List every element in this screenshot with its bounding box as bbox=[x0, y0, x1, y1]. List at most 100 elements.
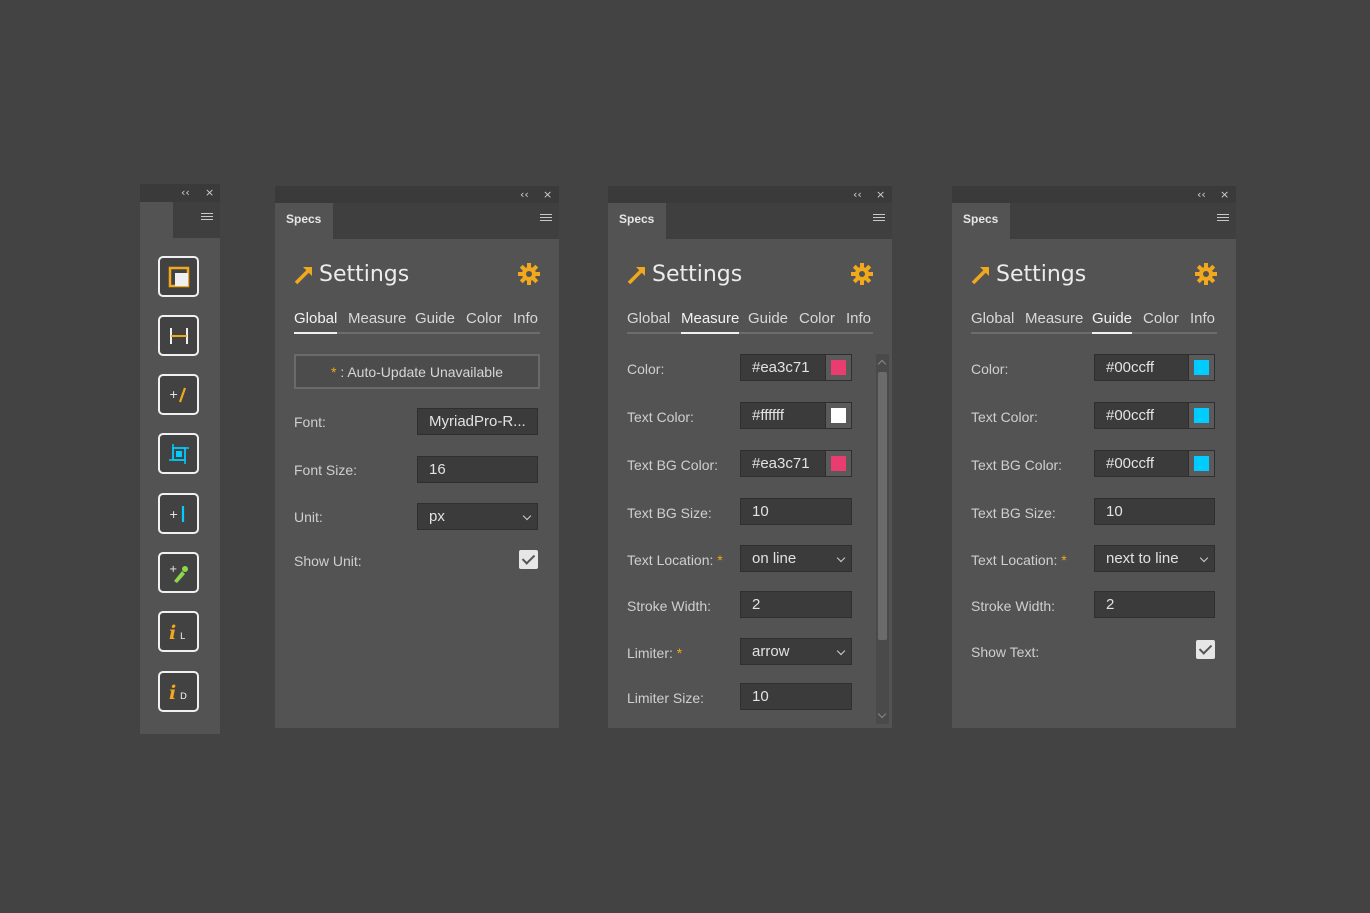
add-guide-icon: + bbox=[169, 387, 186, 402]
color-picker-tool-button[interactable]: + bbox=[158, 552, 199, 593]
color-label: Color: bbox=[971, 361, 1009, 377]
tab-color[interactable]: Color bbox=[466, 310, 502, 331]
specs-panel-tab[interactable]: Specs bbox=[608, 203, 666, 239]
artboard-tool-button[interactable] bbox=[158, 256, 199, 297]
asterisk-icon: * bbox=[330, 364, 337, 380]
add-vertical-guide-icon: + bbox=[169, 505, 184, 522]
limiter-select[interactable]: arrow bbox=[740, 638, 852, 665]
collapse-icon[interactable]: ‹‹ bbox=[1197, 188, 1206, 201]
svg-text:i: i bbox=[169, 682, 176, 704]
settings-tabs: Global Measure Guide Color Info bbox=[627, 310, 873, 334]
toolbar-tab bbox=[140, 202, 173, 238]
tab-global[interactable]: Global bbox=[971, 310, 1014, 331]
text-color-swatch[interactable] bbox=[1188, 403, 1214, 428]
tab-measure[interactable]: Measure bbox=[348, 310, 406, 331]
color-field[interactable]: #ea3c71 bbox=[740, 354, 852, 381]
menu-icon[interactable] bbox=[1217, 214, 1229, 223]
menu-icon[interactable] bbox=[873, 214, 885, 223]
settings-header: Settings bbox=[294, 262, 540, 292]
stroke-width-label: Stroke Width: bbox=[627, 598, 712, 614]
font-size-field[interactable]: 16 bbox=[417, 456, 538, 483]
measure-width-tool-button[interactable] bbox=[158, 315, 199, 356]
show-text-checkbox[interactable] bbox=[1196, 640, 1215, 659]
text-location-select[interactable]: next to line bbox=[1094, 545, 1215, 572]
color-swatch[interactable] bbox=[1188, 355, 1214, 380]
tab-info[interactable]: Info bbox=[513, 310, 538, 331]
text-bg-size-field[interactable]: 10 bbox=[1094, 498, 1215, 525]
limiter-value: arrow bbox=[752, 643, 790, 660]
text-bg-color-field[interactable]: #ea3c71 bbox=[740, 450, 852, 477]
tab-measure[interactable]: Measure bbox=[1025, 310, 1083, 331]
info-dark-icon: i D bbox=[169, 682, 187, 704]
info-light-tool-button[interactable]: i L bbox=[158, 611, 199, 652]
svg-text:+: + bbox=[169, 388, 178, 401]
tab-global[interactable]: Global bbox=[627, 310, 670, 331]
text-color-field[interactable]: #ffffff bbox=[740, 402, 852, 429]
tab-guide[interactable]: Guide bbox=[415, 310, 455, 331]
tab-measure[interactable]: Measure bbox=[681, 310, 740, 334]
page-title: Settings bbox=[319, 262, 410, 287]
tab-global[interactable]: Global bbox=[294, 310, 338, 334]
gear-icon[interactable] bbox=[518, 263, 540, 285]
size-bounds-tool-button[interactable] bbox=[158, 433, 199, 474]
text-bg-color-value: #00ccff bbox=[1106, 455, 1155, 472]
resize-arrow-icon bbox=[627, 267, 645, 285]
scroll-up-icon[interactable] bbox=[877, 359, 887, 369]
specs-panel-tab[interactable]: Specs bbox=[275, 203, 333, 239]
tab-color[interactable]: Color bbox=[1143, 310, 1179, 331]
unit-label: Unit: bbox=[294, 509, 323, 525]
close-icon[interactable]: × bbox=[1220, 188, 1229, 201]
text-bg-color-swatch[interactable] bbox=[1188, 451, 1214, 476]
text-location-value: next to line bbox=[1106, 550, 1179, 567]
collapse-icon[interactable]: ‹‹ bbox=[853, 188, 862, 201]
text-bg-color-swatch[interactable] bbox=[825, 451, 851, 476]
info-light-icon: i L bbox=[169, 622, 185, 644]
panel-title-bar: ‹‹ × bbox=[952, 186, 1236, 203]
text-color-field[interactable]: #00ccff bbox=[1094, 402, 1215, 429]
color-swatch[interactable] bbox=[825, 355, 851, 380]
add-vertical-guide-tool-button[interactable]: + bbox=[158, 493, 199, 534]
show-unit-checkbox[interactable] bbox=[519, 550, 538, 569]
font-field[interactable]: MyriadPro-R... bbox=[417, 408, 538, 435]
tab-guide[interactable]: Guide bbox=[1092, 310, 1133, 334]
gear-icon[interactable] bbox=[1195, 263, 1217, 285]
text-bg-size-field[interactable]: 10 bbox=[740, 498, 852, 525]
collapse-icon[interactable]: ‹‹ bbox=[181, 186, 190, 199]
text-bg-color-field[interactable]: #00ccff bbox=[1094, 450, 1215, 477]
panel-scrollbar[interactable] bbox=[876, 354, 889, 724]
tab-guide[interactable]: Guide bbox=[748, 310, 788, 331]
text-location-select[interactable]: on line bbox=[740, 545, 852, 572]
text-location-label: Text Location: * bbox=[971, 552, 1067, 568]
unit-select[interactable]: px bbox=[417, 503, 538, 530]
tab-color[interactable]: Color bbox=[799, 310, 835, 331]
menu-icon[interactable] bbox=[201, 213, 213, 222]
panel-title-bar: ‹‹ × bbox=[608, 186, 892, 203]
specs-panel-tab[interactable]: Specs bbox=[952, 203, 1010, 239]
text-color-value: #ffffff bbox=[752, 407, 784, 424]
scroll-down-icon[interactable] bbox=[877, 709, 887, 719]
info-dark-tool-button[interactable]: i D bbox=[158, 671, 199, 712]
close-icon[interactable]: × bbox=[543, 188, 552, 201]
stroke-width-field[interactable]: 2 bbox=[1094, 591, 1215, 618]
global-settings-panel: ‹‹ × Specs Settings Global Measure Guide… bbox=[275, 186, 559, 728]
measure-width-icon bbox=[169, 327, 188, 344]
text-color-swatch[interactable] bbox=[825, 403, 851, 428]
toolbar-title-bar: ‹‹ × bbox=[140, 184, 220, 202]
artboard-icon bbox=[168, 266, 189, 287]
limiter-label: Limiter: * bbox=[627, 645, 682, 661]
settings-header: Settings bbox=[971, 262, 1217, 292]
scrollbar-thumb[interactable] bbox=[878, 372, 887, 640]
menu-icon[interactable] bbox=[540, 214, 552, 223]
close-icon[interactable]: × bbox=[205, 186, 214, 199]
collapse-icon[interactable]: ‹‹ bbox=[520, 188, 529, 201]
tab-info[interactable]: Info bbox=[846, 310, 871, 331]
close-icon[interactable]: × bbox=[876, 188, 885, 201]
tab-info[interactable]: Info bbox=[1190, 310, 1215, 331]
limiter-size-field[interactable]: 10 bbox=[740, 683, 852, 710]
add-guide-tool-button[interactable]: + bbox=[158, 374, 199, 415]
limiter-size-label: Limiter Size: bbox=[627, 690, 705, 706]
gear-icon[interactable] bbox=[851, 263, 873, 285]
stroke-width-field[interactable]: 2 bbox=[740, 591, 852, 618]
color-field[interactable]: #00ccff bbox=[1094, 354, 1215, 381]
font-size-label: Font Size: bbox=[294, 462, 358, 478]
